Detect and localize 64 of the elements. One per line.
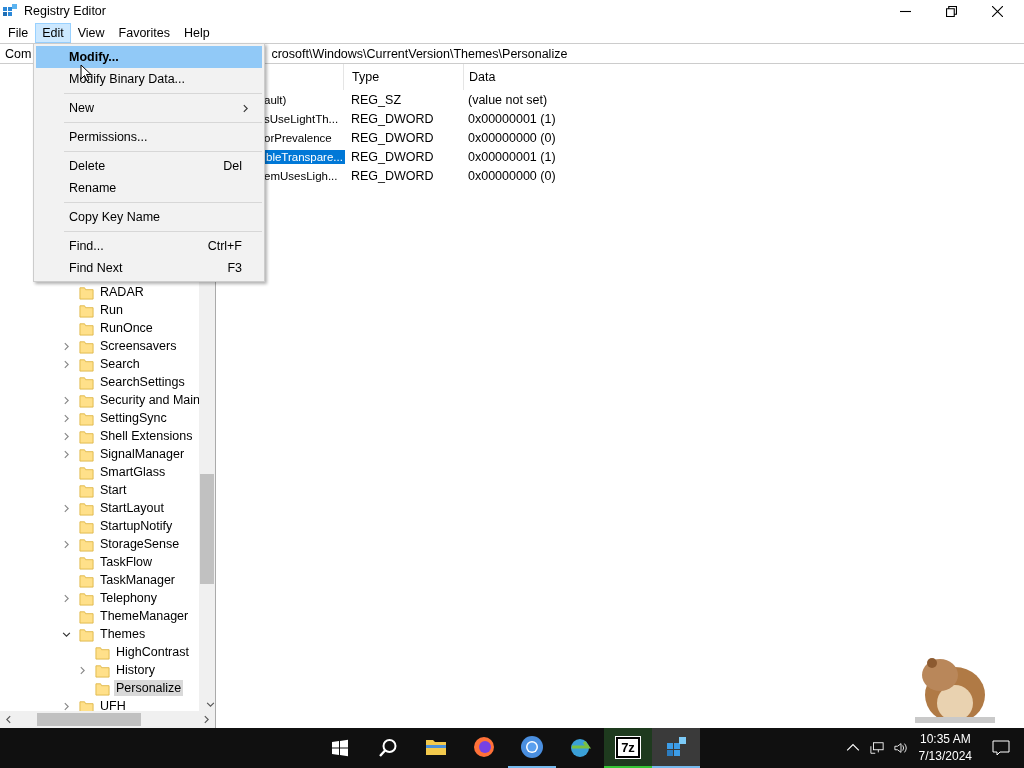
value-data: (value not set) <box>467 92 548 107</box>
value-data: 0x00000001 (1) <box>467 111 556 126</box>
menu-item[interactable]: Favorites <box>111 22 177 43</box>
tree-item[interactable]: RunOnce <box>98 320 155 336</box>
tree-item[interactable]: SmartGlass <box>98 464 168 480</box>
menu-option[interactable]: Permissions... <box>36 126 262 148</box>
shortcut-text: Ctrl+F <box>207 239 242 253</box>
window-title: Registry Editor <box>24 4 106 18</box>
tree-item[interactable]: Start <box>98 482 129 498</box>
value-name[interactable]: orPrevalence <box>264 131 332 144</box>
tree-item[interactable]: Screensavers <box>98 338 179 354</box>
tree-item[interactable]: ThemeManager <box>98 608 191 624</box>
shortcut-text: F3 <box>227 261 242 275</box>
value-name[interactable]: ault) <box>264 93 287 106</box>
tree-item[interactable]: SettingSync <box>98 410 169 426</box>
menu-option[interactable]: Find... Ctrl+F <box>36 235 262 257</box>
tree-item[interactable]: Telephony <box>98 590 159 606</box>
value-name[interactable]: bleTranspare... <box>264 149 345 164</box>
menu-item[interactable]: File <box>1 22 36 43</box>
tree-item[interactable]: StartLayout <box>98 500 166 516</box>
tree-item[interactable]: History <box>114 662 157 678</box>
value-type: REG_DWORD <box>350 111 435 126</box>
tree-item[interactable]: HighContrast <box>114 644 191 660</box>
menu-option[interactable]: Modify... <box>36 46 262 68</box>
menu-option[interactable]: New <box>36 97 262 119</box>
clock-date[interactable]: 7/13/2024 <box>918 748 972 765</box>
tree-item[interactable]: UFH <box>98 698 128 714</box>
address-text: Com <box>5 46 32 61</box>
value-type: REG_DWORD <box>350 168 435 183</box>
tree-item[interactable]: Security and Main <box>98 392 203 408</box>
taskbar-button[interactable]: 7z <box>604 728 652 768</box>
menu-option[interactable]: Copy Key Name <box>36 206 262 228</box>
menu-item[interactable]: View <box>70 22 112 43</box>
tree-item[interactable]: Search <box>98 356 142 372</box>
tree-item[interactable]: StorageSense <box>98 536 182 552</box>
clock-time[interactable]: 10:35 AM <box>919 731 971 748</box>
tree-item[interactable]: Personalize <box>114 680 184 696</box>
tree-item[interactable]: TaskManager <box>98 572 178 588</box>
tree-item[interactable]: SearchSettings <box>98 374 187 390</box>
tree-item[interactable]: RADAR <box>98 284 146 300</box>
value-type: REG_SZ <box>350 92 402 107</box>
value-data: 0x00000000 (0) <box>467 130 556 145</box>
menu-option[interactable]: Find Next F3 <box>36 257 262 279</box>
value-data: 0x00000000 (0) <box>467 168 556 183</box>
menu-item[interactable]: Help <box>177 22 217 43</box>
tree-item[interactable]: Run <box>98 302 125 318</box>
menu-item[interactable]: Edit <box>35 22 71 43</box>
tree-item[interactable]: TaskFlow <box>98 554 155 570</box>
value-name[interactable]: sUseLightTh... <box>264 112 339 125</box>
value-type: REG_DWORD <box>350 130 435 145</box>
address-text: crosoft\Windows\CurrentVersion\Themes\Personalize <box>271 46 568 61</box>
archive-logo: 7z <box>616 736 640 758</box>
value-name[interactable]: emUsesLigh... <box>264 169 338 182</box>
tree-item[interactable]: Shell Extensions <box>98 428 195 444</box>
shortcut-text: Del <box>223 159 242 173</box>
value-data: 0x00000001 (1) <box>467 149 556 164</box>
menu-option[interactable]: Rename <box>36 177 262 199</box>
value-type: REG_DWORD <box>350 149 435 164</box>
column-header[interactable]: Type <box>343 64 463 90</box>
tree-item[interactable]: SignalManager <box>98 446 187 462</box>
tree-item[interactable]: StartupNotify <box>98 518 175 534</box>
column-header[interactable]: Data <box>463 64 496 90</box>
tree-item[interactable]: Themes <box>98 626 148 642</box>
menu-option[interactable]: Delete Del <box>36 155 262 177</box>
